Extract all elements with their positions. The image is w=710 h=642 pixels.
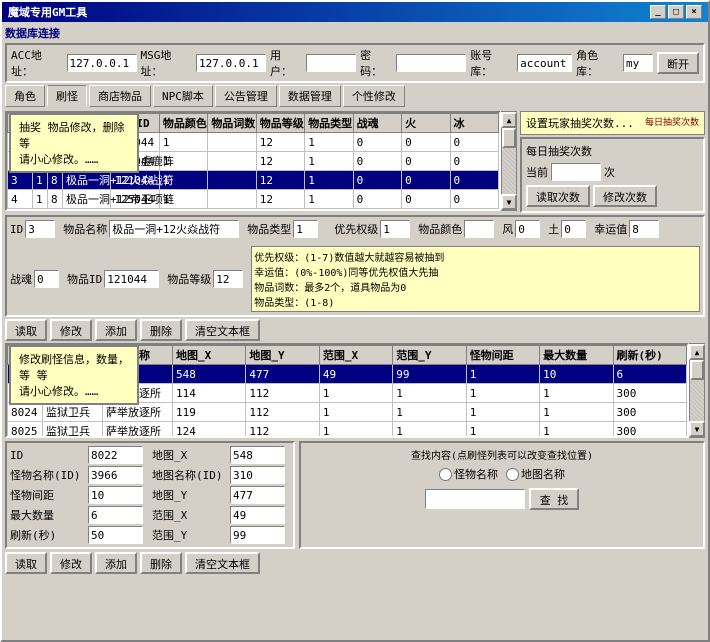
item-soul-field[interactable] [34, 270, 59, 288]
db-label: 数据库连接 [5, 25, 60, 41]
monster-scroll-up-icon[interactable]: ▲ [689, 344, 705, 360]
modify-times-btn[interactable]: 修改次数 [593, 185, 657, 207]
pass-label: 密码： [360, 47, 392, 79]
item-wind-field[interactable] [515, 220, 540, 238]
item-level-field[interactable] [213, 270, 243, 288]
scroll-down-icon[interactable]: ▼ [501, 194, 517, 210]
scroll-up-icon[interactable]: ▲ [501, 112, 517, 128]
search-btn[interactable]: 查 找 [529, 488, 579, 510]
search-hint: 查找内容(点刷怪列表可以改变查找位置) [305, 447, 699, 462]
acc-input[interactable] [67, 54, 137, 72]
item-priority-field[interactable] [380, 220, 410, 238]
monster-rangex-field[interactable] [230, 506, 285, 524]
monster-mapname-id-field[interactable] [230, 466, 285, 484]
tab-npc[interactable]: NPC脚本 [153, 85, 213, 107]
monster-row-4[interactable]: 8025监狱卫兵萨举放逐所1241121111300 [8, 422, 687, 439]
search-input[interactable] [425, 489, 525, 509]
connection-panel: ACC地址： MSG地址： 用户： 密码： 账号库： 角色库： 断开 [5, 43, 705, 83]
monster-dist-field[interactable] [88, 486, 143, 504]
disconnect-button[interactable]: 断开 [657, 52, 699, 74]
item-luck-field[interactable] [629, 220, 659, 238]
role-label: 角色库： [576, 47, 619, 79]
tab-shop[interactable]: 商店物品 [89, 85, 151, 107]
monster-mapx-field[interactable] [230, 446, 285, 464]
item-clear-btn[interactable]: 清空文本框 [185, 319, 260, 341]
monster-name-id-field[interactable] [88, 466, 143, 484]
monster-add-btn[interactable]: 添加 [95, 552, 137, 574]
monster-modify-btn[interactable]: 修改 [50, 552, 92, 574]
tab-data[interactable]: 数据管理 [279, 85, 341, 107]
monster-read-btn[interactable]: 读取 [5, 552, 47, 574]
user-input[interactable] [306, 54, 356, 72]
item-itemid-field[interactable] [104, 270, 159, 288]
pass-input[interactable] [396, 54, 466, 72]
lottery-panel: 每日抽奖次数 当前 次 读取次数 修改次数 [520, 137, 705, 213]
monster-refresh-field[interactable] [88, 526, 143, 544]
item-add-btn[interactable]: 添加 [95, 319, 137, 341]
monster-detail-panel: ID 地图_X 怪物名称(ID) 地图名称(ID) 怪物间距 地图_Y [5, 441, 295, 549]
item-popup-note: 抽奖 物品修改，删除 等请小心修改。…… [9, 113, 139, 173]
tab-personal[interactable]: 个性修改 [343, 85, 405, 107]
monster-table-scrollbar[interactable]: ▲ ▼ [689, 343, 705, 438]
monster-row-3[interactable]: 8024监狱卫兵萨举放逐所1191121111300 [8, 403, 687, 422]
monster-popup-note: 修改刷怪信息，数量，等 等请小心修改。…… [9, 345, 139, 405]
item-color-field[interactable] [464, 220, 494, 238]
msg-input[interactable] [196, 54, 266, 72]
db-input[interactable] [517, 54, 572, 72]
radio-monster-name[interactable]: 怪物名称 [439, 466, 498, 482]
item-button-bar: 读取 修改 添加 删除 清空文本框 [5, 319, 705, 341]
monster-clear-btn[interactable]: 清空文本框 [185, 552, 260, 574]
lottery-current-input[interactable] [551, 163, 601, 181]
item-row-5[interactable]: 518极品一洞+12霸道战甲1310441121000 [8, 209, 499, 212]
close-button[interactable]: × [686, 5, 702, 19]
titlebar: 魔域专用GM工具 _ □ × [2, 2, 708, 22]
item-row-3[interactable]: 318极品一洞+12火焱战符1210441121000 [8, 171, 499, 190]
read-times-btn[interactable]: 读取次数 [526, 185, 590, 207]
monster-max-field[interactable] [88, 506, 143, 524]
item-name-field[interactable] [109, 220, 239, 238]
tab-bar: 角色 刷怪 商店物品 NPC脚本 公告管理 数据管理 个性修改 [5, 85, 705, 107]
monster-search-panel: 查找内容(点刷怪列表可以改变查找位置) 怪物名称 地图名称 查 [299, 441, 705, 549]
item-row-4[interactable]: 418极品一洞+12帝王项链1250441121000 [8, 190, 499, 209]
monster-scroll-down-icon[interactable]: ▼ [689, 421, 705, 437]
tab-role[interactable]: 角色 [5, 85, 45, 107]
titlebar-buttons: _ □ × [650, 5, 702, 19]
item-id-field[interactable] [25, 220, 55, 238]
monster-button-bar: 读取 修改 添加 删除 清空文本框 [5, 552, 705, 574]
tab-notice[interactable]: 公告管理 [215, 85, 277, 107]
msg-label: MSG地址： [141, 47, 193, 79]
item-delete-btn[interactable]: 删除 [140, 319, 182, 341]
item-detail-panel: ID 物品名称 物品类型 优先权级 物品颜色 风 [5, 215, 705, 317]
lottery-hint: 设置玩家抽奖次数... 每日抽奖次数 [520, 111, 705, 135]
monster-id-field[interactable] [88, 446, 143, 464]
item-table-scrollbar[interactable]: ▲ ▼ [501, 111, 517, 211]
radio-map-name[interactable]: 地图名称 [506, 466, 565, 482]
db-name-label: 账号库： [470, 47, 513, 79]
window-title: 魔域专用GM工具 [8, 4, 87, 20]
monster-mapy-field[interactable] [230, 486, 285, 504]
item-read-btn[interactable]: 读取 [5, 319, 47, 341]
item-modify-btn[interactable]: 修改 [50, 319, 92, 341]
monster-delete-btn[interactable]: 删除 [140, 552, 182, 574]
maximize-button[interactable]: □ [668, 5, 684, 19]
item-type-field[interactable] [293, 220, 318, 238]
acc-label: ACC地址： [11, 47, 63, 79]
item-hint-text: 优先权级：(1-7)数值越大就越容易被抽到幸运值：(0%-100%)同等优先权值… [251, 246, 700, 312]
item-earth-field[interactable] [561, 220, 586, 238]
minimize-button[interactable]: _ [650, 5, 666, 19]
user-label: 用户： [270, 47, 302, 79]
tab-monster[interactable]: 刷怪 [47, 85, 87, 107]
monster-rangey-field[interactable] [230, 526, 285, 544]
role-input[interactable] [623, 54, 653, 72]
